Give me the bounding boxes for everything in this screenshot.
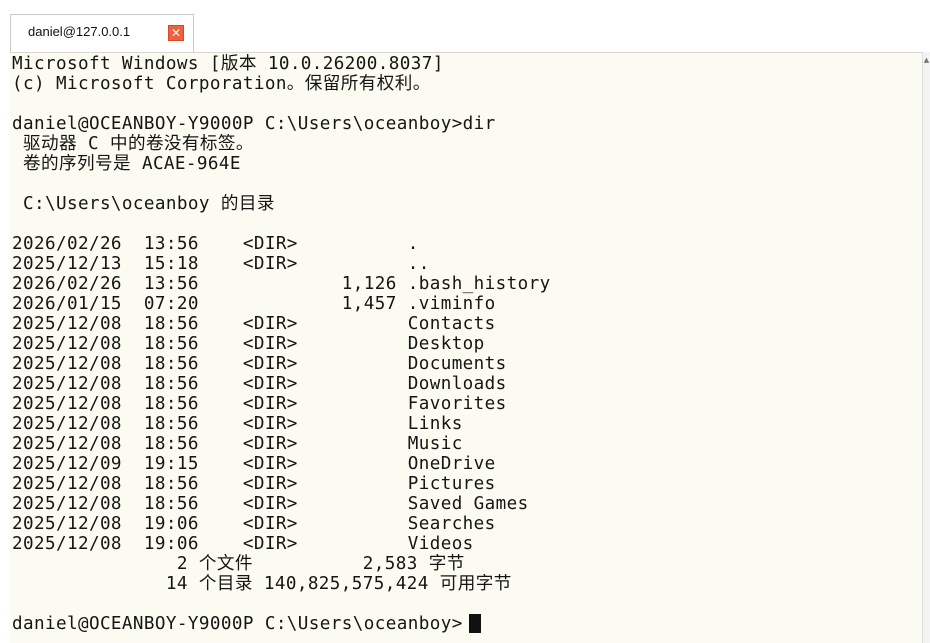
dir-entry: 2025/12/08 19:06 <DIR> Searches: [12, 514, 496, 534]
dir-entry: 2025/12/13 15:18 <DIR> ..: [12, 254, 430, 274]
prompt-final-line[interactable]: daniel@OCEANBOY-Y9000P C:\Users\oceanboy…: [12, 614, 481, 634]
prompt-text: daniel@OCEANBOY-Y9000P C:\Users\oceanboy…: [12, 614, 463, 634]
dir-entry: 2025/12/08 18:56 <DIR> Downloads: [12, 374, 507, 394]
header-line-version: Microsoft Windows [版本 10.0.26200.8037]: [12, 54, 444, 74]
directory-of-line: C:\Users\oceanboy 的目录: [12, 194, 275, 214]
tab-bar: daniel@127.0.0.1 ✕: [0, 0, 930, 52]
summary-files-line: 2 个文件 2,583 字节: [12, 554, 465, 574]
dir-entry: 2026/02/26 13:56 <DIR> .: [12, 234, 419, 254]
dir-entry: 2025/12/08 18:56 <DIR> Documents: [12, 354, 507, 374]
close-icon[interactable]: ✕: [168, 25, 184, 41]
volume-serial-line: 卷的序列号是 ACAE-964E: [12, 154, 241, 174]
vertical-scrollbar[interactable]: ▲: [922, 52, 930, 643]
dir-entry: 2025/12/08 18:56 <DIR> Contacts: [12, 314, 496, 334]
dir-entry: 2025/12/08 18:56 <DIR> Desktop: [12, 334, 485, 354]
terminal-window: daniel@127.0.0.1 ✕ Microsoft Windows [版本…: [0, 0, 930, 643]
summary-dirs-line: 14 个目录 140,825,575,424 可用字节: [12, 574, 512, 594]
dir-entry: 2025/12/08 18:56 <DIR> Music: [12, 434, 463, 454]
dir-entry: 2026/01/15 07:20 1,457 .viminfo: [12, 294, 496, 314]
text-cursor: [468, 614, 481, 633]
tab-title: daniel@127.0.0.1: [28, 24, 131, 39]
prompt-dir-command: daniel@OCEANBOY-Y9000P C:\Users\oceanboy…: [12, 114, 496, 134]
dir-entry: 2025/12/08 18:56 <DIR> Links: [12, 414, 463, 434]
volume-label-line: 驱动器 C 中的卷没有标签。: [12, 134, 254, 154]
tab-session[interactable]: daniel@127.0.0.1 ✕: [10, 14, 194, 52]
terminal-output[interactable]: Microsoft Windows [版本 10.0.26200.8037] (…: [10, 52, 922, 643]
dir-entry: 2025/12/08 18:56 <DIR> Pictures: [12, 474, 496, 494]
dir-entry: 2025/12/08 18:56 <DIR> Saved Games: [12, 494, 529, 514]
dir-entry: 2025/12/09 19:15 <DIR> OneDrive: [12, 454, 496, 474]
dir-entry: 2025/12/08 18:56 <DIR> Favorites: [12, 394, 507, 414]
dir-entry: 2025/12/08 19:06 <DIR> Videos: [12, 534, 474, 554]
scroll-up-arrow-icon[interactable]: ▲: [923, 56, 930, 64]
dir-entry: 2026/02/26 13:56 1,126 .bash_history: [12, 274, 551, 294]
header-line-copyright: (c) Microsoft Corporation。保留所有权利。: [12, 74, 431, 94]
